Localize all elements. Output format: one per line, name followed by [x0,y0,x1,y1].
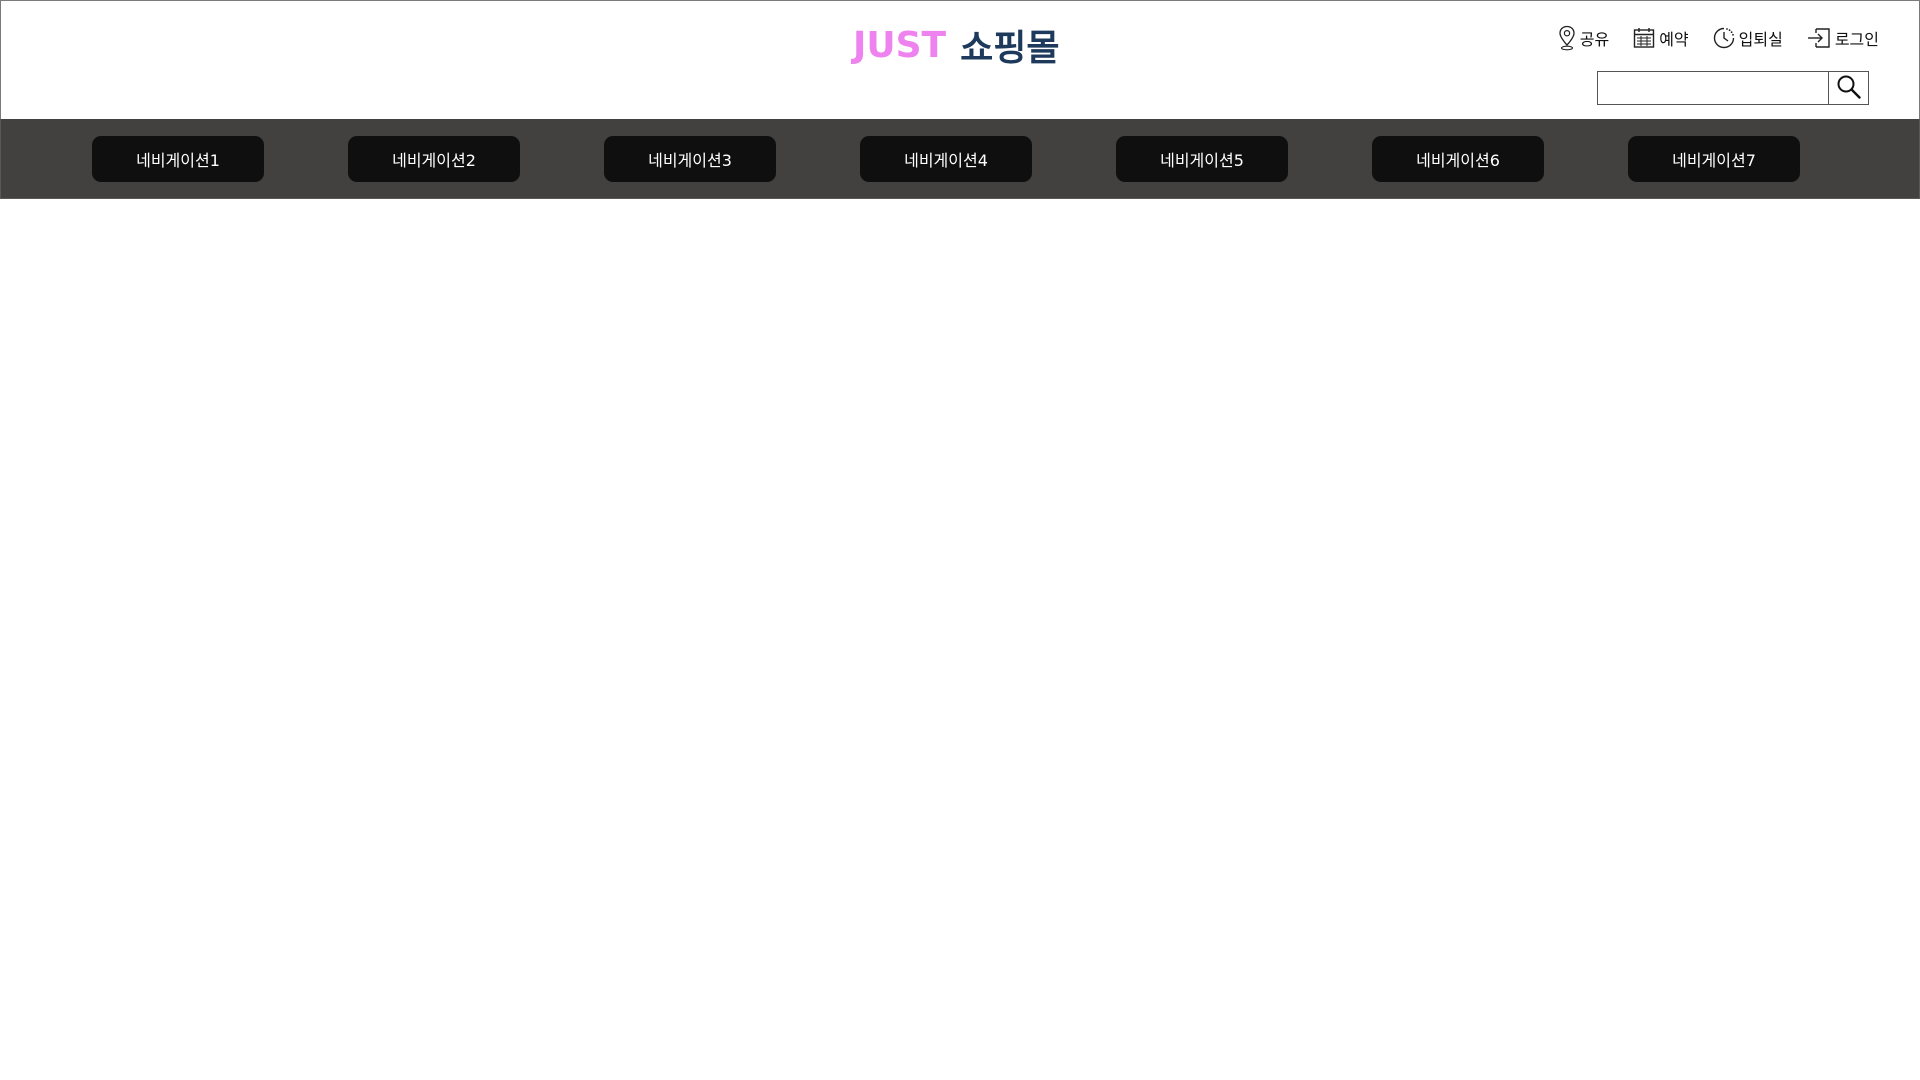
location-pin-icon [1558,25,1576,51]
nav-item-4[interactable]: 네비게이션4 [860,136,1032,182]
utility-share-link[interactable]: 공유 [1558,25,1609,51]
login-icon [1807,27,1831,49]
utility-share-label: 공유 [1579,30,1610,49]
search-input[interactable] [1598,72,1828,104]
utility-menu: 공유 예약 입퇴실 로그인 [1558,25,1879,51]
site-header: JUST 쇼핑몰 공유 예약 입퇴실 로그인 [0,0,1920,120]
search-button[interactable] [1828,72,1868,104]
utility-checkin-label: 입퇴실 [1738,30,1783,49]
nav-item-1[interactable]: 네비게이션1 [92,136,264,182]
nav-item-5[interactable]: 네비게이션5 [1116,136,1288,182]
utility-reservation-link[interactable]: 예약 [1633,26,1689,50]
search-box [1597,71,1869,105]
utility-login-link[interactable]: 로그인 [1807,26,1879,50]
nav-item-7[interactable]: 네비게이션7 [1628,136,1800,182]
clock-icon [1713,27,1735,49]
search-icon [1836,74,1862,103]
main-navigation: 네비게이션1 네비게이션2 네비게이션3 네비게이션4 네비게이션5 네비게이션… [0,119,1920,199]
nav-item-2[interactable]: 네비게이션2 [348,136,520,182]
calendar-icon [1633,27,1655,49]
nav-item-6[interactable]: 네비게이션6 [1372,136,1544,182]
nav-item-3[interactable]: 네비게이션3 [604,136,776,182]
logo-text-shoppingmall: 쇼핑몰 [960,28,1060,69]
site-logo[interactable]: JUST 쇼핑몰 [853,19,1060,71]
utility-login-label: 로그인 [1834,30,1879,49]
page: JUST 쇼핑몰 공유 예약 입퇴실 로그인 네비게이션1 네비게이션2 네비게… [0,0,1920,1080]
utility-checkin-link[interactable]: 입퇴실 [1713,26,1783,50]
utility-reservation-label: 예약 [1659,30,1689,49]
logo-text-just: JUST [853,24,947,66]
